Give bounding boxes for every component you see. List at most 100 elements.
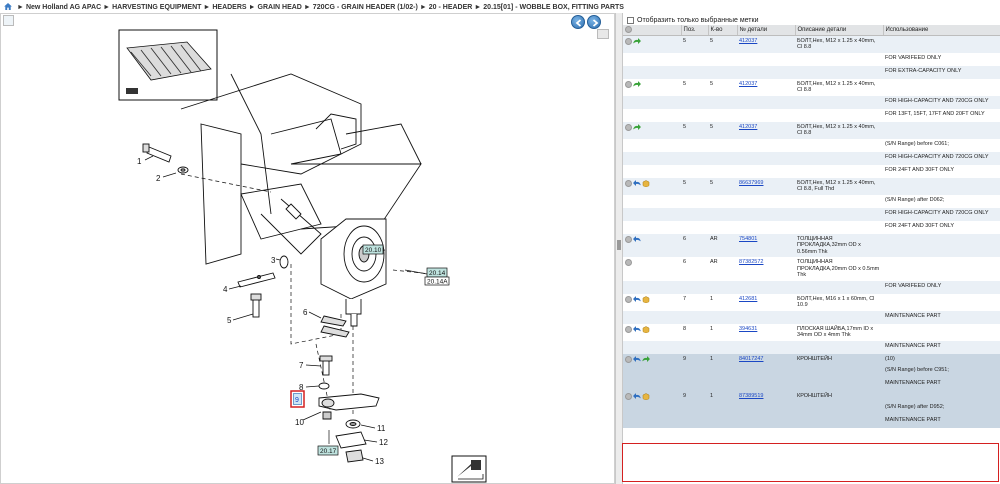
cell-pos: 9 (681, 390, 708, 403)
cell-usage: MAINTENANCE PART (883, 340, 1000, 354)
breadcrumb-item-headers[interactable]: HEADERS (212, 4, 246, 11)
usage-note-row[interactable]: FOR 24FT AND 30FT ONLY (623, 220, 1000, 234)
usage-note-row[interactable]: (S/N Range) before C951; (623, 364, 1000, 378)
blue-arrow-icon[interactable] (633, 179, 641, 187)
blue-arrow-icon[interactable] (633, 355, 641, 363)
row-icons (623, 323, 681, 341)
part-number-link[interactable]: 412037 (739, 81, 757, 87)
cell-part-number: 84017247 (737, 353, 795, 365)
parts-table-row[interactable]: 9 1 87389519 КРОНШТЕЙН (623, 390, 1000, 403)
part-number-link[interactable]: 86637969 (739, 180, 763, 186)
usage-note-row[interactable]: MAINTENANCE PART (623, 310, 1000, 324)
info-icon[interactable] (625, 179, 632, 187)
callout-7: 7 (299, 361, 304, 370)
blue-arrow-icon[interactable] (633, 392, 641, 400)
usage-note-row[interactable]: (S/N Range) before C061; (623, 138, 1000, 152)
selected-only-checkbox[interactable] (627, 16, 634, 24)
blue-arrow-icon[interactable] (633, 235, 641, 243)
parts-table-row[interactable]: 5 5 412037 БОЛТ,Hex, M12 x 1.25 x 40mm, Cl … (623, 78, 1000, 96)
usage-note-row[interactable]: FOR 13FT, 15FT, 17FT AND 20FT ONLY (623, 108, 1000, 122)
part-number-link[interactable]: 754801 (739, 236, 757, 242)
usage-note-row[interactable]: FOR HIGH-CAPACITY AND 720CG ONLY (623, 95, 1000, 109)
breadcrumb-item-grain-head[interactable]: GRAIN HEAD (258, 4, 302, 11)
blue-arrow-icon[interactable] (633, 295, 641, 303)
parts-table-row[interactable]: 5 5 412037 БОЛТ,Hex, M12 x 1.25 x 40mm, Cl … (623, 121, 1000, 139)
cell-description: КРОНШТЕЙН (795, 390, 883, 403)
usage-note-row[interactable]: FOR VARIFEED ONLY (623, 280, 1000, 294)
usage-note-row[interactable]: (S/N Range) after D062; (623, 194, 1000, 208)
part-number-link[interactable]: 412037 (739, 38, 757, 44)
blue-arrow-icon[interactable] (633, 325, 641, 333)
breadcrumb-item-model[interactable]: 720CG - GRAIN HEADER (1/02-) (313, 4, 418, 11)
info-icon[interactable] (625, 355, 632, 363)
splitter-grip-icon[interactable] (617, 240, 621, 250)
parts-table-row[interactable]: 5 5 412037 БОЛТ,Hex, M12 x 1.25 x 40mm, Cl … (623, 35, 1000, 53)
home-icon[interactable] (4, 3, 12, 10)
green-arrow-icon[interactable] (642, 355, 650, 363)
package-icon[interactable] (642, 393, 650, 400)
header-pos[interactable]: Поз. (681, 25, 709, 36)
package-icon[interactable] (642, 325, 650, 333)
package-icon[interactable] (642, 295, 650, 303)
cell-usage: (S/N Range) before C951; (883, 364, 1000, 378)
ref-20-10[interactable]: 20.10 (362, 244, 384, 255)
cell-description: ТОЛЩИННАЯ ПРОКЛАДКА,32mm OD x 0.56mm Thk (795, 233, 883, 257)
cell-usage: (10) (883, 353, 1000, 365)
green-arrow-icon[interactable] (633, 80, 641, 88)
info-icon[interactable] (625, 392, 632, 400)
callout-2: 2 (156, 174, 161, 183)
callout-3: 3 (271, 256, 276, 265)
next-page-symbol-icon[interactable] (451, 455, 487, 483)
part-number-link[interactable]: 87389519 (739, 393, 763, 399)
usage-note-row[interactable]: MAINTENANCE PART (623, 340, 1000, 354)
breadcrumb-item-equipment[interactable]: HARVESTING EQUIPMENT (112, 4, 201, 11)
info-icon[interactable] (625, 325, 632, 333)
part-number-link[interactable]: 412681 (739, 296, 757, 302)
usage-note-row[interactable]: FOR 24FT AND 30FT ONLY (623, 164, 1000, 178)
usage-note-row[interactable]: (S/N Range) after D952; (623, 402, 1000, 416)
usage-note-row[interactable]: FOR VARIFEED ONLY (623, 52, 1000, 66)
usage-note-row[interactable]: MAINTENANCE PART (623, 377, 1000, 391)
package-icon[interactable] (642, 179, 650, 187)
breadcrumb-item-brand[interactable]: New Holland AG APAC (26, 4, 101, 11)
part-number-link[interactable]: 84017247 (739, 356, 763, 362)
breadcrumb-item-section[interactable]: 20 - HEADER (429, 4, 473, 11)
usage-note-row[interactable]: FOR HIGH-CAPACITY AND 720CG ONLY (623, 207, 1000, 221)
table-header-row: Поз. К-во № детали Описание детали Испол… (623, 25, 1000, 36)
parts-table-row[interactable]: 8 1 394631 ПЛОСКАЯ ШАЙБА,17mm ID x 34mm OD … (623, 323, 1000, 341)
usage-note-row[interactable]: MAINTENANCE PART (623, 415, 1000, 429)
info-icon[interactable] (625, 37, 632, 45)
info-icon[interactable] (625, 259, 632, 266)
header-desc[interactable]: Описание детали (795, 25, 884, 36)
cell-qty: AR (708, 257, 737, 281)
header-thumbnail[interactable] (118, 29, 218, 101)
part-number-link[interactable]: 412037 (739, 124, 757, 130)
parts-table-row[interactable]: 7 1 412681 БОЛТ,Hex, M16 x 1 x 60mm, Cl 10.… (623, 293, 1000, 311)
ref-20-14[interactable]: 20.14 20.14A (424, 267, 450, 286)
info-icon[interactable] (625, 295, 632, 303)
header-part[interactable]: № детали (737, 25, 796, 36)
info-icon[interactable] (625, 235, 632, 243)
svg-text:20.17: 20.17 (320, 448, 337, 455)
parts-table-row[interactable]: 6 AR 87382572 ТОЛЩИННАЯ ПРОКЛАДКА,20mm OD x… (623, 257, 1000, 281)
usage-note-row[interactable]: FOR EXTRA-CAPACITY ONLY (623, 65, 1000, 79)
green-arrow-icon[interactable] (633, 37, 641, 45)
selected-only-filter[interactable]: Отобразить только выбранные метки (623, 13, 1000, 25)
header-qty[interactable]: К-во (708, 25, 738, 36)
info-icon[interactable] (625, 80, 632, 88)
ref-20-17[interactable]: 20.17 (317, 445, 339, 456)
cell-qty: 5 (708, 121, 737, 139)
parts-table-row[interactable]: 6 AR 754801 ТОЛЩИННАЯ ПРОКЛАДКА,32mm OD x 0… (623, 233, 1000, 257)
part-number-link[interactable]: 87382572 (739, 259, 763, 265)
parts-table-row[interactable]: 5 5 86637969 БОЛТ,Hex, M12 x 1.25 x 40mm, C… (623, 177, 1000, 195)
parts-table-row[interactable]: 9 1 84017247 КРОНШТЕЙН (10) (623, 353, 1000, 365)
callout-9-selected[interactable]: 9 (290, 390, 305, 408)
green-arrow-icon[interactable] (633, 123, 641, 131)
header-usage[interactable]: Использование (883, 25, 1000, 36)
cell-description: БОЛТ,Hex, M12 x 1.25 x 40mm, Cl 8.8, Ful… (795, 177, 883, 195)
part-number-link[interactable]: 394631 (739, 326, 757, 332)
usage-note-row[interactable]: FOR HIGH-CAPACITY AND 720CG ONLY (623, 151, 1000, 165)
cell-pos: 5 (681, 121, 708, 139)
info-icon[interactable] (625, 123, 632, 131)
cell-usage: FOR 24FT AND 30FT ONLY (883, 164, 1000, 178)
